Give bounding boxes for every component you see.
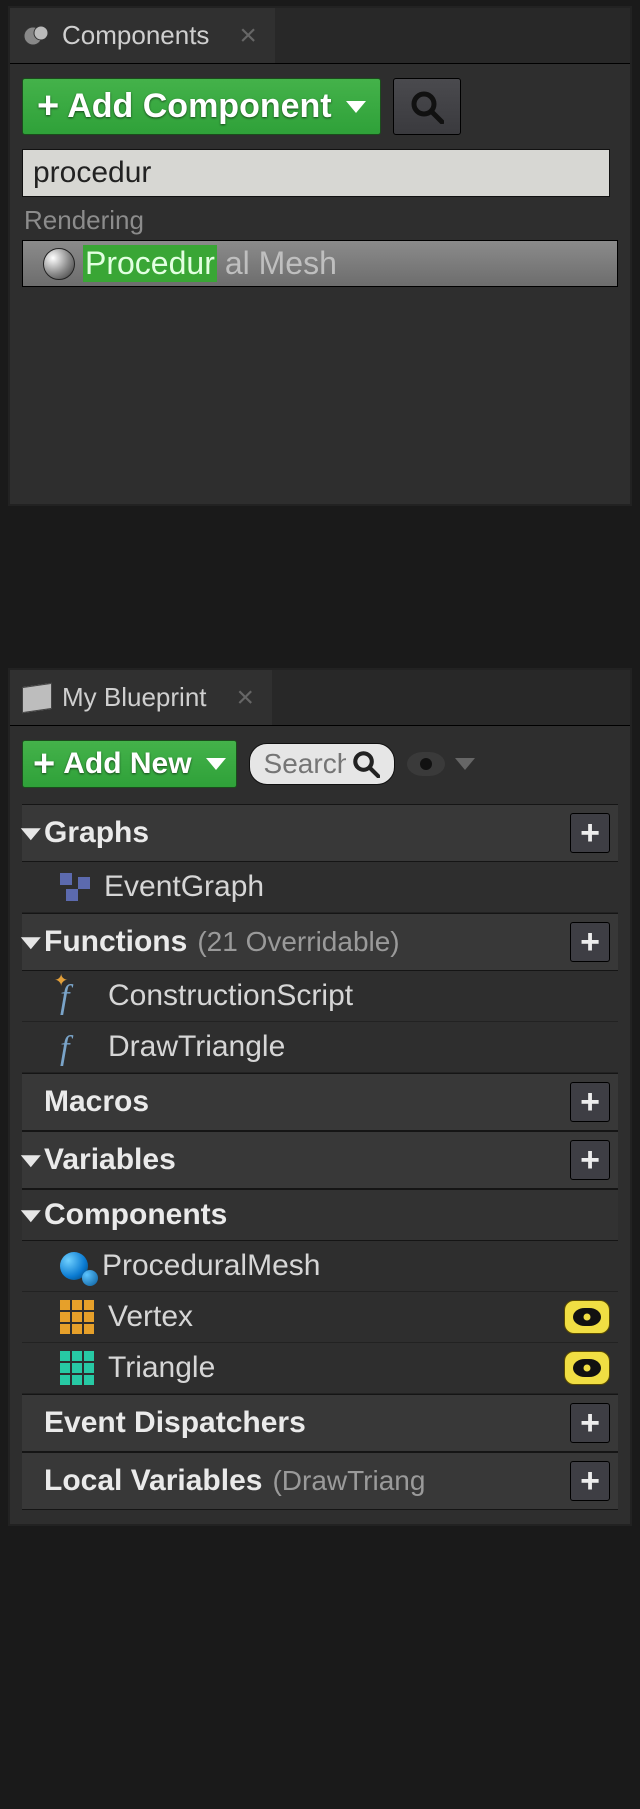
- search-category-label: Rendering: [24, 205, 616, 236]
- section-variables[interactable]: Variables +: [22, 1131, 618, 1189]
- eye-icon: [573, 1359, 601, 1377]
- section-title: Macros: [44, 1085, 149, 1119]
- component-ref-icon: [60, 1252, 88, 1280]
- components-tab[interactable]: Components ×: [10, 8, 275, 63]
- add-function-button[interactable]: +: [570, 922, 610, 962]
- section-title: Variables: [44, 1143, 176, 1177]
- add-new-label: Add New: [63, 747, 191, 781]
- search-icon: [410, 90, 444, 124]
- item-label: ConstructionScript: [108, 979, 353, 1013]
- expand-icon: [21, 1155, 41, 1167]
- item-label: Triangle: [108, 1351, 215, 1385]
- search-result-text-rest: al Mesh: [225, 245, 337, 282]
- visibility-filter-button[interactable]: [407, 752, 475, 776]
- section-local-variables[interactable]: Local Variables (DrawTriang +: [22, 1452, 618, 1510]
- my-blueprint-panel: My Blueprint × + Add New: [8, 668, 632, 1526]
- blueprint-search-input[interactable]: [264, 748, 346, 780]
- close-icon[interactable]: ×: [239, 21, 257, 51]
- section-title: Graphs: [44, 816, 149, 850]
- components-tab-icon: [22, 21, 52, 51]
- search-toggle-button[interactable]: [393, 78, 461, 135]
- section-title: Local Variables: [44, 1464, 262, 1498]
- plus-icon: +: [33, 753, 55, 776]
- blueprint-tab-bar: My Blueprint ×: [10, 670, 630, 726]
- item-draw-triangle[interactable]: f DrawTriangle: [22, 1022, 618, 1073]
- plus-icon: +: [37, 95, 59, 118]
- visibility-toggle[interactable]: [564, 1351, 610, 1385]
- expand-icon: [21, 937, 41, 949]
- eye-icon: [573, 1308, 601, 1326]
- dropdown-caret-icon: [206, 758, 226, 770]
- eye-icon: [407, 752, 445, 776]
- add-dispatcher-button[interactable]: +: [570, 1403, 610, 1443]
- mesh-icon: [43, 248, 75, 280]
- section-title: Event Dispatchers: [44, 1406, 306, 1440]
- item-procedural-mesh[interactable]: ProceduralMesh: [22, 1241, 618, 1292]
- blueprint-icon: [22, 682, 52, 712]
- search-icon: [352, 750, 380, 778]
- add-local-variable-button[interactable]: +: [570, 1461, 610, 1501]
- array-icon: [60, 1300, 94, 1334]
- graph-icon: [60, 873, 90, 901]
- add-new-button[interactable]: + Add New: [22, 740, 237, 788]
- add-component-button[interactable]: + Add Component: [22, 78, 381, 135]
- section-title: Components: [44, 1198, 227, 1232]
- component-search-input[interactable]: [22, 149, 610, 197]
- item-label: EventGraph: [104, 870, 264, 904]
- components-panel: Components × + Add Component Rendering P…: [8, 6, 632, 506]
- section-event-dispatchers[interactable]: Event Dispatchers +: [22, 1394, 618, 1452]
- search-result-procedural-mesh[interactable]: Procedural Mesh: [22, 240, 618, 287]
- section-graphs[interactable]: Graphs +: [22, 804, 618, 862]
- blueprint-search[interactable]: [249, 743, 395, 785]
- blueprint-tab[interactable]: My Blueprint ×: [10, 670, 272, 725]
- dropdown-caret-icon: [346, 101, 366, 113]
- section-components-vars[interactable]: Components: [22, 1189, 618, 1241]
- item-label: ProceduralMesh: [102, 1249, 320, 1283]
- add-graph-button[interactable]: +: [570, 813, 610, 853]
- section-subtitle: (DrawTriang: [272, 1465, 425, 1497]
- visibility-toggle[interactable]: [564, 1300, 610, 1334]
- dropdown-caret-icon: [455, 758, 475, 770]
- components-tab-label: Components: [62, 20, 209, 51]
- add-variable-button[interactable]: +: [570, 1140, 610, 1180]
- expand-icon: [21, 1210, 41, 1222]
- item-event-graph[interactable]: EventGraph: [22, 862, 618, 913]
- item-vertex[interactable]: Vertex: [22, 1292, 618, 1343]
- section-subtitle: (21 Overridable): [197, 926, 399, 958]
- blueprint-tab-label: My Blueprint: [62, 682, 207, 713]
- section-functions[interactable]: Functions (21 Overridable) +: [22, 913, 618, 971]
- item-label: Vertex: [108, 1300, 193, 1334]
- add-component-label: Add Component: [67, 87, 331, 126]
- add-macro-button[interactable]: +: [570, 1082, 610, 1122]
- function-override-icon: f: [60, 979, 94, 1013]
- components-tab-bar: Components ×: [10, 8, 630, 64]
- array-icon: [60, 1351, 94, 1385]
- section-title: Functions: [44, 925, 187, 959]
- section-macros[interactable]: Macros +: [22, 1073, 618, 1131]
- function-icon: f: [60, 1030, 94, 1064]
- search-result-text-hl: Procedur: [83, 245, 217, 282]
- item-construction-script[interactable]: f ConstructionScript: [22, 971, 618, 1022]
- close-icon[interactable]: ×: [237, 683, 255, 713]
- item-triangle[interactable]: Triangle: [22, 1343, 618, 1394]
- expand-icon: [21, 828, 41, 840]
- item-label: DrawTriangle: [108, 1030, 285, 1064]
